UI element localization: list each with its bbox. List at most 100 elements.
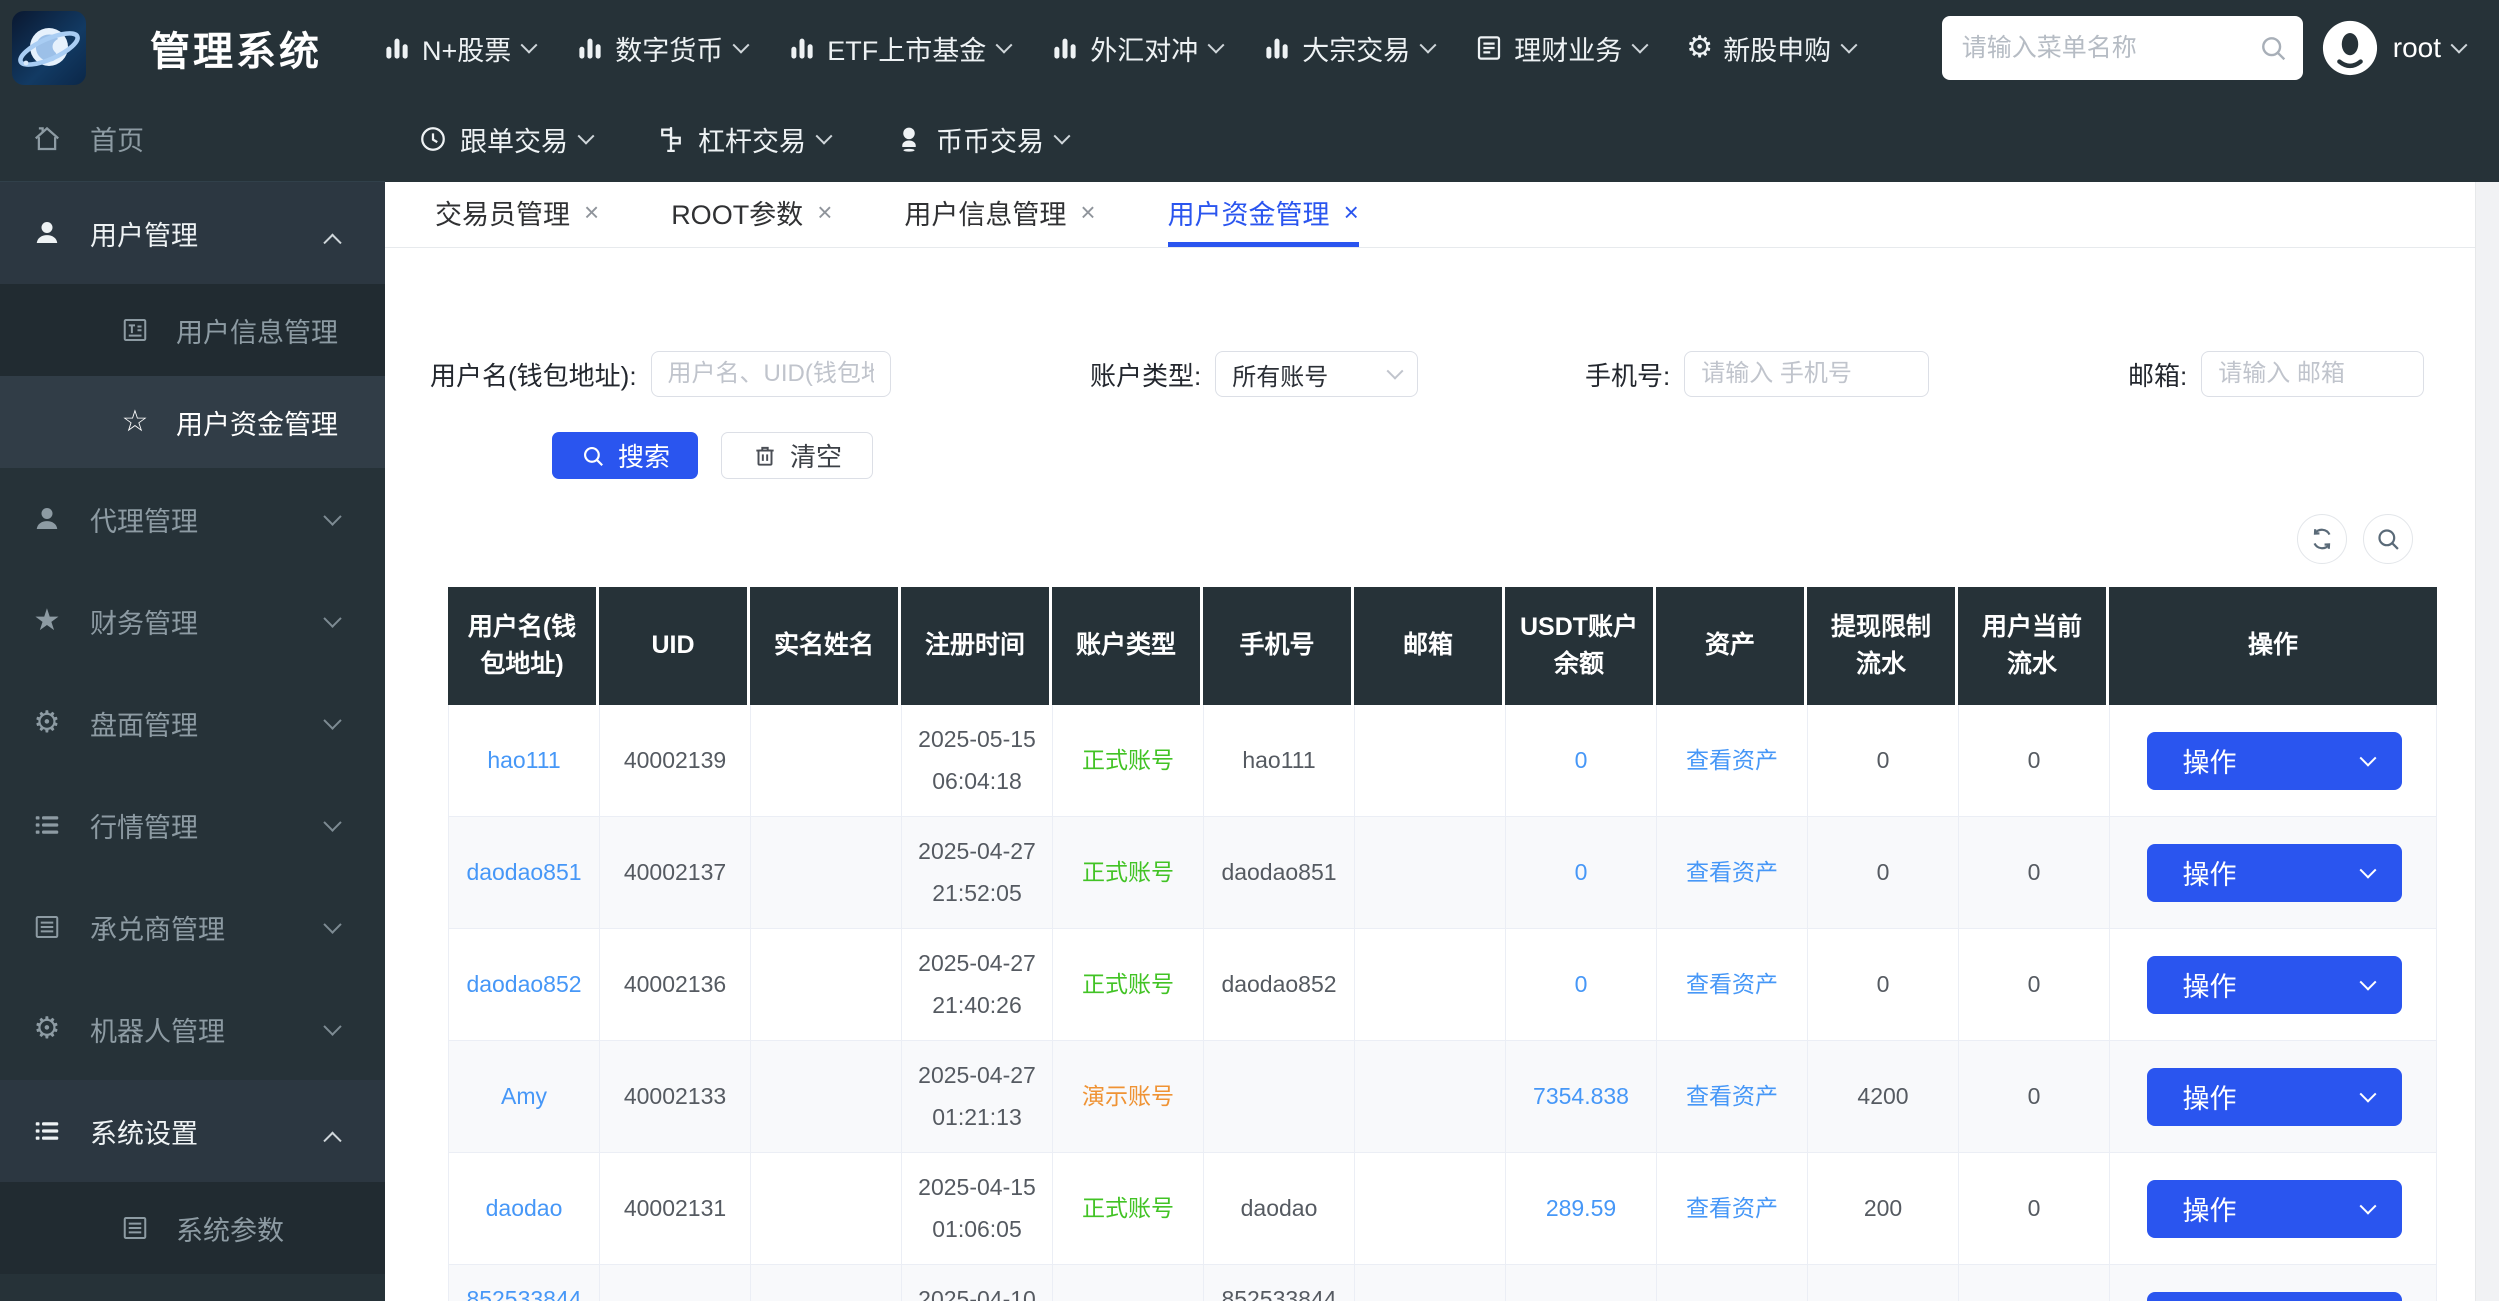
table-row: daodao 40002131 2025-04-15 01:06:05 正式账号… [449, 1153, 2436, 1265]
pin-icon [894, 124, 924, 154]
view-assets-link[interactable]: 查看资产 [1686, 852, 1778, 893]
usdt-balance-link[interactable]: 0 [1575, 740, 1588, 781]
table-body: hao111 40002139 2025-05-15 06:04:18 正式账号… [448, 705, 2437, 1301]
username-link[interactable]: Amy [501, 1076, 547, 1117]
row-action-button[interactable]: 操作 [2147, 1068, 2402, 1126]
row-action-button[interactable]: 操作 [2147, 1180, 2402, 1238]
sidebar-item-market-board-management[interactable]: ⚙ 盘面管理 [0, 672, 385, 774]
tab-user-funds-management[interactable]: 用户资金管理 × [1168, 182, 1359, 247]
tab-root-params[interactable]: ROOT参数 × [671, 182, 832, 247]
sidebar-item-label: 系统参数 [176, 1209, 284, 1248]
phone-cell: hao111 [1204, 705, 1355, 816]
sidebar-item-user-info[interactable]: 用户信息管理 [0, 284, 385, 376]
sidebar-item-label: 承兑商管理 [90, 908, 225, 947]
usdt-balance-link[interactable]: 289.59 [1546, 1188, 1616, 1229]
document-text-icon [118, 315, 152, 345]
real-name-cell [751, 1153, 902, 1264]
username-link[interactable]: 85253384495 [461, 1279, 587, 1301]
menu-item-nstock[interactable]: N+股票 [382, 29, 535, 68]
sidebar-item-quotes-management[interactable]: 行情管理 [0, 774, 385, 876]
sidebar-item-user-management[interactable]: 用户管理 [0, 182, 385, 284]
uid-cell: 40002128 [600, 1265, 751, 1301]
filter-buttons: 搜索 清空 [552, 432, 873, 479]
view-assets-link[interactable]: 查看资产 [1686, 1188, 1778, 1229]
username-link[interactable]: daodao [486, 1188, 563, 1229]
subnav-spot-trading[interactable]: 币币交易 [894, 120, 1068, 159]
tab-trader-management[interactable]: 交易员管理 × [435, 182, 599, 247]
chevron-up-icon [323, 233, 341, 251]
username-link[interactable]: daodao852 [466, 964, 581, 1005]
user-icon [30, 218, 64, 248]
sidebar-item-label: 代理管理 [90, 500, 198, 539]
sidebar-item-agent-management[interactable]: 代理管理 [0, 468, 385, 570]
table-header-cell: 资产 [1656, 587, 1807, 705]
view-assets-link[interactable]: 查看资产 [1686, 964, 1778, 1005]
refresh-button[interactable] [2297, 514, 2347, 564]
sidebar-item-home[interactable]: 首页 [0, 96, 385, 182]
user-menu[interactable]: root [2393, 32, 2465, 64]
app-logo [12, 11, 86, 85]
search-button[interactable]: 搜索 [552, 432, 698, 479]
bar-chart-icon [382, 33, 412, 63]
column-search-button[interactable] [2363, 514, 2413, 564]
menu-item-etf[interactable]: ETF上市基金 [787, 29, 1010, 68]
bar-chart-icon [787, 33, 817, 63]
row-action-button[interactable]: 操作 [2147, 732, 2402, 790]
sidebar-item-system-params[interactable]: 系统参数 [0, 1182, 385, 1274]
table-header-cell: 用户当前流水 [1958, 587, 2109, 705]
username-link[interactable]: daodao851 [466, 852, 581, 893]
close-icon[interactable]: × [584, 199, 599, 225]
menu-item-crypto[interactable]: 数字货币 [575, 29, 747, 68]
menu-item-block-trade[interactable]: 大宗交易 [1262, 29, 1434, 68]
account-type-select[interactable]: 所有账号 [1215, 351, 1418, 397]
subnav-copy-trading[interactable]: 跟单交易 [418, 120, 592, 159]
filter-phone-label: 手机号: [1585, 356, 1670, 393]
top-menu: N+股票 数字货币 ETF上市基金 [382, 29, 1855, 68]
sidebar-item-robot-management[interactable]: ⚙ 机器人管理 [0, 978, 385, 1080]
view-assets-link[interactable]: 查看资产 [1686, 740, 1778, 781]
trash-icon [752, 443, 778, 469]
account-type-cell: 正式账号 [1053, 817, 1204, 928]
register-time-cell: 2025-04-27 21:40:26 [902, 929, 1053, 1040]
menu-item-ipo[interactable]: ⚙ 新股申购 [1686, 29, 1855, 68]
menu-item-wealth[interactable]: 理财业务 [1474, 29, 1646, 68]
usdt-balance-link[interactable]: 0 [1575, 852, 1588, 893]
username-filter-input[interactable] [651, 351, 891, 397]
avatar[interactable] [2321, 19, 2379, 77]
row-action-button[interactable]: 操作 [2147, 844, 2402, 902]
account-type-cell: 正式账号 [1053, 705, 1204, 816]
usdt-balance-link[interactable]: 7354.838 [1533, 1076, 1629, 1117]
view-assets-link[interactable]: 查看资产 [1686, 1076, 1778, 1117]
user-funds-table: 用户名(钱包地址) UID 实名姓名 注册时间 账户类型 手机号 邮箱 USDT… [448, 587, 2437, 1301]
close-icon[interactable]: × [1344, 199, 1359, 225]
menu-item-forex[interactable]: 外汇对冲 [1050, 29, 1222, 68]
sidebar-item-system-settings[interactable]: 系统设置 [0, 1080, 385, 1182]
filter-account-type-label: 账户类型: [1090, 356, 1201, 393]
scrollbar[interactable] [2475, 182, 2499, 1301]
close-icon[interactable]: × [817, 199, 832, 225]
row-action-button[interactable]: 操作 [2147, 956, 2402, 1014]
sidebar-item-user-funds[interactable]: ☆ 用户资金管理 [0, 376, 385, 468]
chevron-down-icon [1054, 128, 1071, 145]
home-icon [30, 124, 64, 154]
sidebar-item-finance-management[interactable]: ★ 财务管理 [0, 570, 385, 672]
clear-button[interactable]: 清空 [721, 432, 873, 479]
row-action-button[interactable]: 操作 [2147, 1292, 2402, 1301]
email-filter-input[interactable] [2201, 351, 2424, 397]
row-action-label: 操作 [2183, 853, 2237, 892]
search-icon [580, 443, 606, 469]
menu-search-input[interactable] [1942, 16, 2303, 80]
tab-label: 用户信息管理 [904, 193, 1066, 232]
username-link[interactable]: hao111 [487, 740, 560, 781]
usdt-balance-link[interactable]: 0 [1575, 964, 1588, 1005]
phone-filter-input[interactable] [1684, 351, 1929, 397]
table-header-cell: 邮箱 [1354, 587, 1505, 705]
phone-cell: daodao852 [1204, 929, 1355, 1040]
subnav-margin-trading[interactable]: 杠杆交易 [656, 120, 830, 159]
row-action-label: 操作 [2183, 965, 2237, 1004]
tab-user-info-management[interactable]: 用户信息管理 × [904, 182, 1095, 247]
sidebar-item-acceptor-management[interactable]: 承兑商管理 [0, 876, 385, 978]
subnav-item-label: 杠杆交易 [698, 120, 806, 159]
chevron-down-icon [2359, 749, 2376, 766]
close-icon[interactable]: × [1080, 199, 1095, 225]
